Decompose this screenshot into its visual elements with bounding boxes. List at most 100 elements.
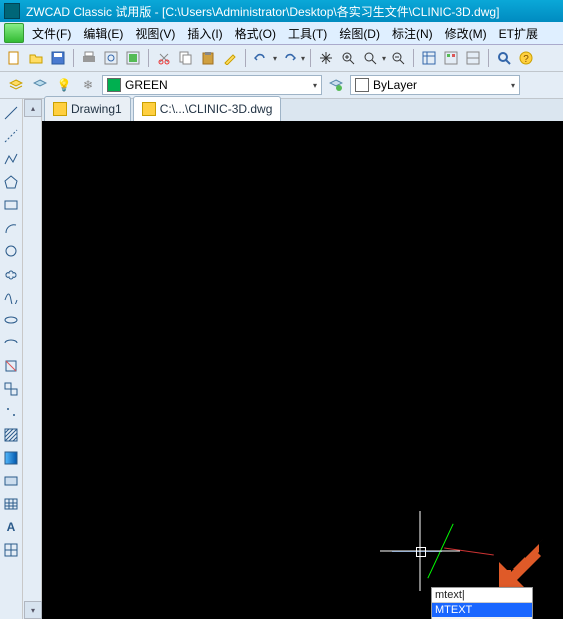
cut-icon[interactable]: [154, 48, 174, 68]
draw-palette: A: [0, 99, 23, 619]
scroll-down-icon[interactable]: ▾: [24, 601, 42, 619]
bulb-icon[interactable]: 💡: [54, 75, 74, 95]
dwg-file-icon: [142, 102, 156, 116]
document-tabs: Drawing1 C:\...\CLINIC-3D.dwg: [42, 99, 563, 122]
find-icon[interactable]: [494, 48, 514, 68]
circle-icon[interactable]: [3, 243, 19, 259]
menu-dim[interactable]: 标注(N): [386, 23, 439, 44]
zoom-rt-icon[interactable]: [338, 48, 358, 68]
designcenter-icon[interactable]: [441, 48, 461, 68]
model-canvas[interactable]: mtext| MTEXT MTEXTED MTEXTFIXED: [42, 121, 563, 619]
color-name: GREEN: [125, 78, 168, 92]
freeze-icon[interactable]: ❄: [78, 75, 98, 95]
spline-icon[interactable]: [3, 289, 19, 305]
tab-drawing1[interactable]: Drawing1: [44, 96, 131, 121]
save-icon[interactable]: [48, 48, 68, 68]
props-icon[interactable]: [419, 48, 439, 68]
undo-icon[interactable]: [251, 48, 271, 68]
menu-view[interactable]: 视图(V): [129, 23, 181, 44]
block-icon[interactable]: [3, 381, 19, 397]
title-bar: ZWCAD Classic 试用版 - [C:\Users\Administra…: [0, 0, 563, 22]
menu-draw[interactable]: 绘图(D): [333, 23, 386, 44]
app-logo-icon: [4, 3, 20, 19]
color-swatch-icon: [107, 78, 121, 92]
mtext-icon[interactable]: A: [3, 519, 19, 535]
rect-icon[interactable]: [3, 197, 19, 213]
layer-state-icon[interactable]: [326, 75, 346, 95]
ellipse-icon[interactable]: [3, 312, 19, 328]
menu-et[interactable]: ET扩展: [493, 23, 544, 44]
arc-icon[interactable]: [3, 220, 19, 236]
window-title: ZWCAD Classic 试用版 - [C:\Users\Administra…: [26, 3, 499, 20]
separator: [310, 49, 311, 67]
color-select[interactable]: GREEN ▾: [102, 75, 322, 95]
polygon-icon[interactable]: [3, 174, 19, 190]
properties-toolbar: 💡 ❄ GREEN ▾ ByLayer ▾: [0, 72, 563, 99]
redo-dropdown-icon[interactable]: ▾: [301, 54, 305, 63]
ellipse-arc-icon[interactable]: [3, 335, 19, 351]
redo-icon[interactable]: [279, 48, 299, 68]
palette-scrollbar[interactable]: ▴ ▾: [23, 99, 42, 619]
command-autocomplete: mtext| MTEXT MTEXTED MTEXTFIXED: [431, 587, 533, 619]
print-icon[interactable]: [79, 48, 99, 68]
drawing-stage: Drawing1 C:\...\CLINIC-3D.dwg: [42, 99, 563, 619]
layer-prev-icon[interactable]: [30, 75, 50, 95]
separator: [148, 49, 149, 67]
match-icon[interactable]: [220, 48, 240, 68]
zoom-dropdown-icon[interactable]: ▾: [382, 54, 386, 63]
menu-insert[interactable]: 插入(I): [181, 23, 228, 44]
annotation-arrow-icon: [493, 533, 549, 589]
menu-file[interactable]: 文件(F): [26, 23, 77, 44]
pline-icon[interactable]: [3, 151, 19, 167]
table-icon[interactable]: [3, 496, 19, 512]
open-icon[interactable]: [26, 48, 46, 68]
pan-icon[interactable]: [316, 48, 336, 68]
layer-select[interactable]: ByLayer ▾: [350, 75, 520, 95]
scroll-up-icon[interactable]: ▴: [24, 99, 42, 117]
zoom-win-icon[interactable]: [360, 48, 380, 68]
hatch-icon[interactable]: [3, 427, 19, 443]
gradient-icon[interactable]: [3, 450, 19, 466]
separator: [413, 49, 414, 67]
layer-manager-icon[interactable]: [6, 75, 26, 95]
preview-icon[interactable]: [101, 48, 121, 68]
paste-icon[interactable]: [198, 48, 218, 68]
layer-name: ByLayer: [373, 78, 417, 92]
svg-text:?: ?: [523, 54, 529, 65]
separator: [73, 49, 74, 67]
menu-format[interactable]: 格式(O): [229, 23, 282, 44]
line-icon[interactable]: [3, 105, 19, 121]
menu-tools[interactable]: 工具(T): [282, 23, 333, 44]
tab-label: Drawing1: [71, 102, 122, 116]
command-input[interactable]: mtext|: [432, 588, 532, 603]
tab-clinic3d[interactable]: C:\...\CLINIC-3D.dwg: [133, 96, 282, 121]
tab-label: C:\...\CLINIC-3D.dwg: [160, 102, 273, 116]
menu-modify[interactable]: 修改(M): [439, 23, 493, 44]
zoom-prev-icon[interactable]: [388, 48, 408, 68]
separator: [488, 49, 489, 67]
separator: [245, 49, 246, 67]
copy-icon[interactable]: [176, 48, 196, 68]
xline-icon[interactable]: [3, 128, 19, 144]
publish-icon[interactable]: [123, 48, 143, 68]
region-icon[interactable]: [3, 473, 19, 489]
work-area: A ▴ ▾ Drawing1 C:\...\CLINIC-3D.dwg: [0, 99, 563, 619]
chevron-down-icon: ▾: [511, 81, 515, 90]
axis-y-icon: [444, 548, 494, 556]
dwg-file-icon: [53, 102, 67, 116]
insert-icon[interactable]: [3, 358, 19, 374]
suggest-option[interactable]: MTEXTED: [432, 617, 532, 619]
help-icon[interactable]: ?: [516, 48, 536, 68]
revcloud-icon[interactable]: [3, 266, 19, 282]
layer-swatch-icon: [355, 78, 369, 92]
app-icon: [4, 23, 24, 43]
new-icon[interactable]: [4, 48, 24, 68]
axis-x-icon: [392, 551, 442, 552]
toolpal-icon[interactable]: [463, 48, 483, 68]
undo-dropdown-icon[interactable]: ▾: [273, 54, 277, 63]
menu-edit[interactable]: 编辑(E): [77, 23, 129, 44]
menu-bar: 文件(F) 编辑(E) 视图(V) 插入(I) 格式(O) 工具(T) 绘图(D…: [0, 22, 563, 45]
extra-icon[interactable]: [3, 542, 19, 558]
suggest-option[interactable]: MTEXT: [432, 603, 532, 617]
point-icon[interactable]: [3, 404, 19, 420]
